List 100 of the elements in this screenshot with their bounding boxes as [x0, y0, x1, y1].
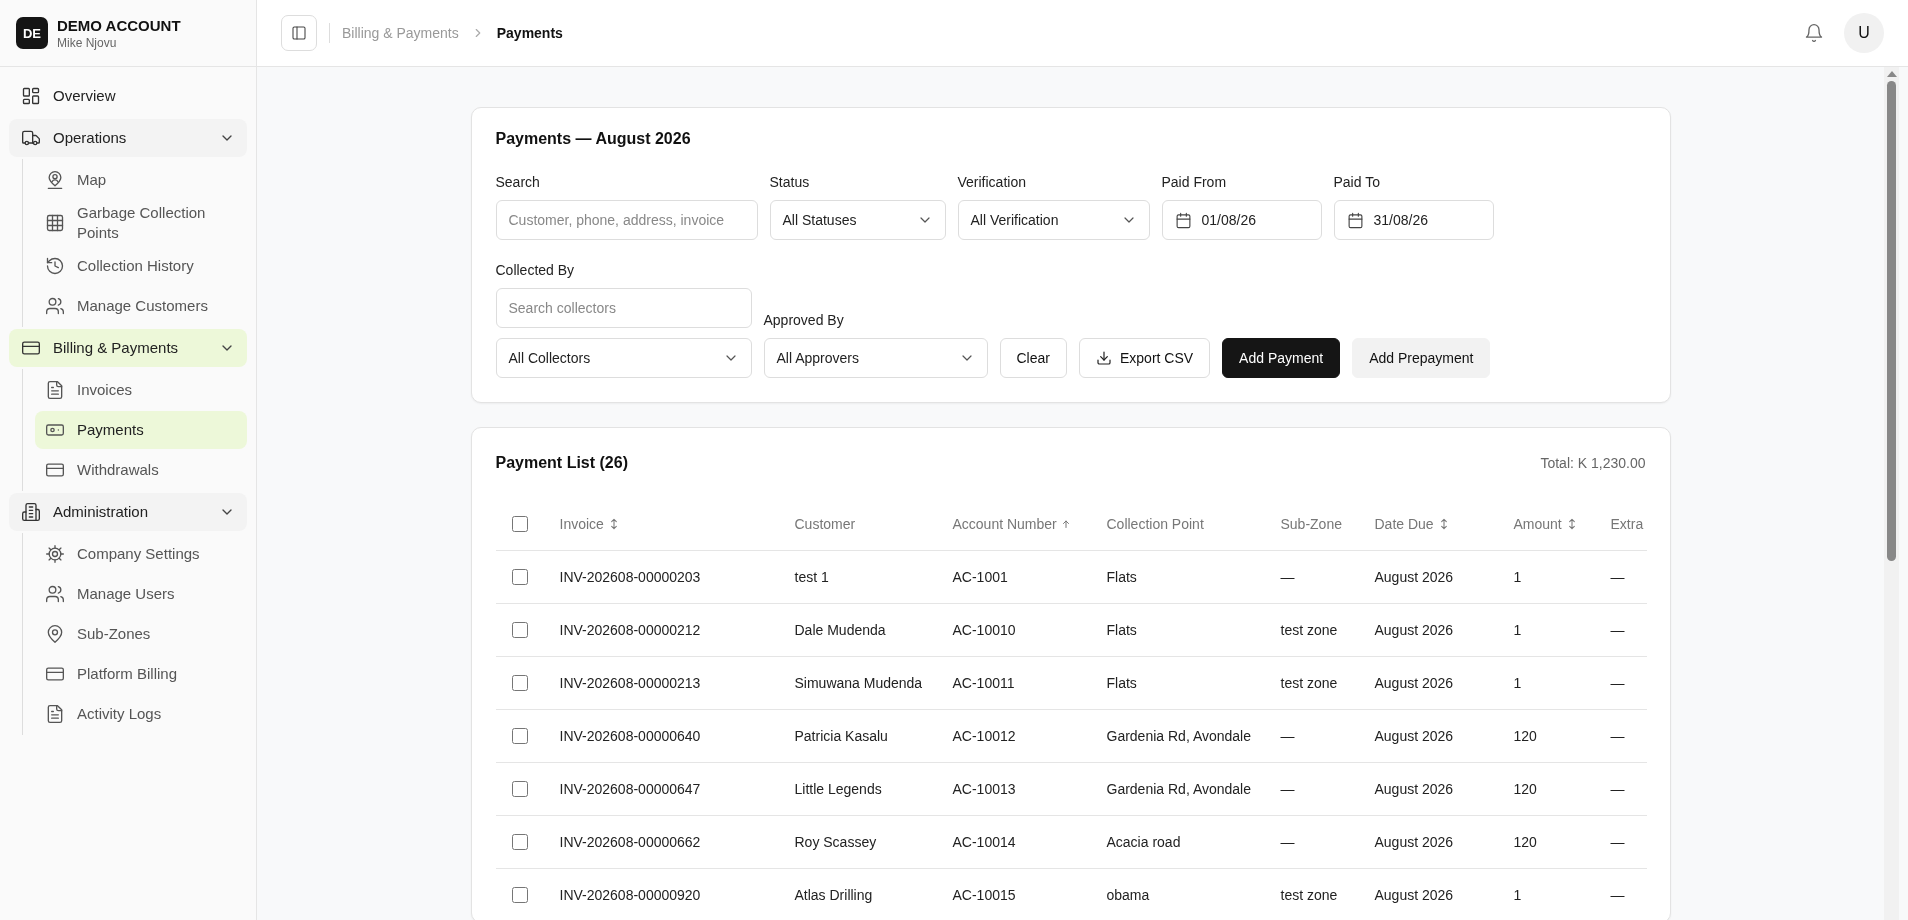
sidebar-group[interactable]: Operations [9, 119, 247, 157]
table-cell: Atlas Drilling [794, 887, 873, 903]
sidebar-item[interactable]: Overview [9, 77, 247, 115]
users-icon [45, 296, 65, 316]
table-cell: AC-10012 [952, 728, 1016, 744]
user-avatar[interactable]: U [1844, 13, 1884, 53]
field-label: Status [769, 174, 811, 190]
table-cell: — [1280, 728, 1295, 744]
table-cell: Flats [1106, 569, 1137, 585]
table-cell: — [1280, 834, 1295, 850]
clear-button[interactable]: Clear [999, 338, 1067, 378]
grid-icon [21, 86, 41, 106]
sidebar-toggle-button[interactable] [281, 15, 317, 51]
field-label: Collected By [495, 262, 576, 278]
table-cell: Dale Mudenda [794, 622, 886, 638]
table-cell: — [1280, 781, 1295, 797]
table-cell: test zone [1280, 675, 1338, 691]
table-cell: 1 [1513, 675, 1522, 691]
table-cell: Roy Scassey [794, 834, 877, 850]
search-field[interactable]: Search collectors [495, 288, 752, 328]
table-cell: test zone [1280, 622, 1338, 638]
download-icon [1095, 350, 1112, 366]
select-dropdown[interactable]: All Collectors [495, 338, 752, 378]
sidebar-item[interactable]: Withdrawals [35, 451, 247, 489]
history-icon [45, 256, 65, 276]
table-cell: 120 [1513, 834, 1537, 850]
sidebar-item[interactable]: Activity Logs [35, 695, 247, 733]
table-cell: August 2026 [1374, 887, 1454, 903]
row-checkbox[interactable] [511, 781, 528, 797]
table-cell: — [1610, 887, 1625, 903]
column-header: Sub-Zone [1280, 516, 1342, 532]
sidebar-toggle-icon [291, 25, 307, 41]
table-cell: 1 [1513, 622, 1522, 638]
sidebar-item[interactable]: Company Settings [35, 535, 247, 573]
table-cell: 1 [1513, 887, 1522, 903]
table-cell: — [1610, 675, 1625, 691]
table-cell: August 2026 [1374, 834, 1454, 850]
table-cell: Simuwana Mudenda [794, 675, 923, 691]
document-icon [45, 704, 65, 724]
export-button[interactable]: Export CSV [1078, 338, 1211, 378]
sidebar-item[interactable]: Collection History [35, 247, 247, 285]
table-cell: test 1 [794, 569, 829, 585]
scrollbar[interactable] [1884, 67, 1899, 920]
row-checkbox[interactable] [511, 622, 528, 638]
sidebar-group[interactable]: Administration [9, 493, 247, 531]
sidebar-item[interactable]: Payments [35, 411, 247, 449]
table-cell: INV-202608-00000640 [559, 728, 701, 744]
sidebar-item[interactable]: Platform Billing [35, 655, 247, 693]
table-cell: — [1610, 622, 1625, 638]
row-checkbox[interactable] [511, 675, 528, 691]
table-cell: — [1610, 781, 1625, 797]
select-dropdown[interactable]: All Verification [957, 200, 1150, 240]
select-all-checkbox[interactable] [511, 516, 528, 532]
row-checkbox[interactable] [511, 887, 528, 903]
table-cell: August 2026 [1374, 622, 1454, 638]
sidebar-group[interactable]: Billing & Payments [9, 329, 247, 367]
field-label: Verification [957, 174, 1027, 190]
row-checkbox[interactable] [511, 728, 528, 744]
field-label: Approved By [763, 312, 845, 328]
select-dropdown[interactable]: All Approvers [763, 338, 988, 378]
table-cell: August 2026 [1374, 675, 1454, 691]
sidebar-item[interactable]: Sub-Zones [35, 615, 247, 653]
total-amount: Total: K 1,230.00 [1540, 455, 1646, 471]
sidebar-item[interactable]: Invoices [35, 371, 247, 409]
column-header: Customer [794, 516, 856, 532]
table-cell: obama [1106, 887, 1150, 903]
settings-icon [45, 544, 65, 564]
table-cell: — [1610, 834, 1625, 850]
table-cell: Gardenia Rd, Avondale [1106, 728, 1251, 744]
breadcrumb-link[interactable]: Payments [496, 25, 563, 41]
date-field[interactable]: 01/08/26 [1161, 200, 1322, 240]
column-header[interactable]: Amount [1513, 516, 1579, 532]
sidebar-item[interactable]: Manage Customers [35, 287, 247, 325]
sidebar-item[interactable]: Manage Users [35, 575, 247, 613]
card-title: Payment List (26) [495, 454, 628, 472]
row-checkbox[interactable] [511, 569, 528, 585]
search-field[interactable]: Customer, phone, address, invoice [495, 200, 758, 240]
column-header[interactable]: Account Number [952, 516, 1072, 532]
add-payment-button[interactable]: Add Payment [1222, 338, 1341, 378]
sidebar-item[interactable]: Map [35, 161, 247, 199]
table-cell: AC-10014 [952, 834, 1016, 850]
table-cell: — [1280, 569, 1295, 585]
user-name: Mike Njovu [57, 35, 118, 50]
table-cell: 120 [1513, 728, 1537, 744]
table-cell: INV-202608-00000920 [559, 887, 701, 903]
table-cell: Flats [1106, 675, 1137, 691]
document-icon [45, 380, 65, 400]
sidebar-item[interactable]: Garbage Collection Points [35, 201, 247, 245]
column-header[interactable]: Date Due [1374, 516, 1451, 532]
column-header[interactable]: Invoice [559, 516, 621, 532]
table-cell: August 2026 [1374, 569, 1454, 585]
table-icon [45, 213, 65, 233]
date-field[interactable]: 31/08/26 [1333, 200, 1494, 240]
row-checkbox[interactable] [511, 834, 528, 850]
truck-icon [21, 128, 41, 148]
table-cell: 120 [1513, 781, 1537, 797]
add-prepayment-button[interactable]: Add Prepayment [1352, 338, 1491, 378]
select-dropdown[interactable]: All Statuses [769, 200, 946, 240]
card-title: Payments — August 2026 [495, 130, 692, 148]
table-cell: AC-10013 [952, 781, 1016, 797]
